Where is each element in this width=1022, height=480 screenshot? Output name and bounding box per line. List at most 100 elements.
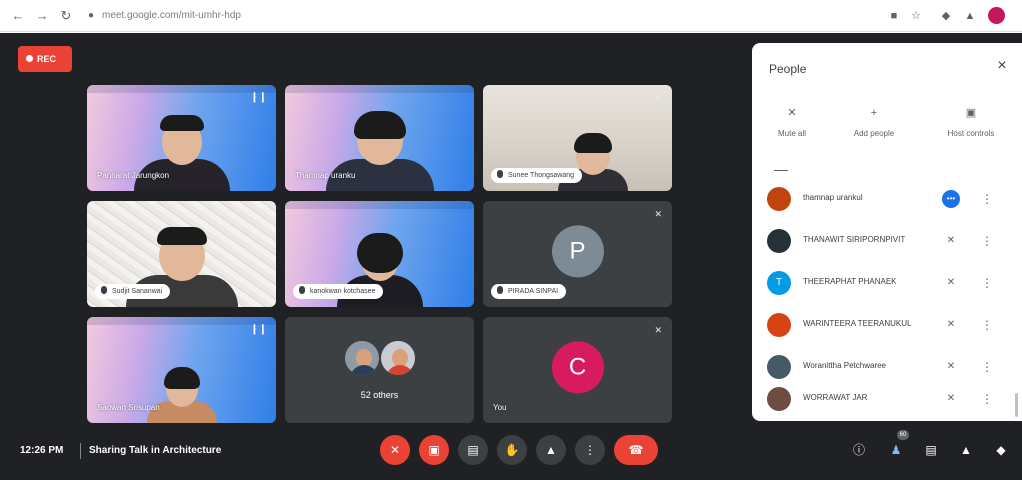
recording-label: REC [37, 54, 57, 64]
tile-name-label: Saowan Srisupan [97, 403, 160, 412]
more-vert-icon[interactable]: ⋮ [980, 390, 994, 408]
back-arrow-icon[interactable]: ← [10, 8, 26, 24]
mic-icon [101, 286, 107, 294]
tile-name-label: Sunee Thongsawang [491, 168, 583, 183]
toggle-icon: ▣ [965, 107, 977, 119]
forward-arrow-icon[interactable]: → [34, 8, 50, 24]
video-tile[interactable]: ❙❙ Pannarat Jarungkon [87, 85, 276, 191]
lock-icon: ● [88, 10, 95, 21]
divider [80, 443, 81, 459]
mic-off-icon: ✕ [787, 107, 797, 119]
url-text: meet.google.com/mit-umhr-hdp [102, 10, 241, 21]
video-tile[interactable]: Sudjit Sananwai [87, 201, 276, 307]
captions-icon: ▤ [467, 443, 479, 457]
participant-avatar: T [767, 271, 791, 295]
panel-divider [774, 170, 788, 171]
speaking-icon: ❙❙ [250, 324, 267, 335]
mic-off-icon: ✕ [654, 93, 662, 103]
people-count-badge: 60 [897, 430, 909, 440]
video-tile[interactable]: Thamnap uranku [285, 85, 474, 191]
recording-indicator: REC [18, 46, 72, 72]
self-tile[interactable]: C ✕ You [483, 317, 672, 423]
camera-off-button[interactable]: ▣ [419, 435, 449, 465]
more-vert-icon[interactable]: ⋮ [980, 274, 994, 292]
participant-name: WORRAWAT JAR [803, 393, 868, 402]
meeting-title: Sharing Talk in Architecture [89, 445, 222, 456]
camera-in-use-icon[interactable]: ■ [886, 8, 902, 24]
mic-off-button[interactable]: ✕ [380, 435, 410, 465]
participant-avatar [767, 313, 791, 337]
more-vert-icon: ⋮ [584, 443, 596, 457]
camera-off-icon: ▣ [428, 443, 440, 457]
host-controls-button[interactable]: ◆ [992, 441, 1010, 459]
meeting-details-button[interactable]: ⓘ [850, 441, 868, 459]
participant-name: thamnap urankul [803, 193, 863, 202]
mic-icon [497, 286, 503, 294]
participant-row[interactable]: thamnap urankul ••• ⋮ [752, 179, 1022, 221]
leave-call-button[interactable]: ☎ [614, 435, 658, 465]
record-dot-icon [26, 55, 33, 62]
people-button[interactable]: ♟ [887, 441, 905, 459]
tile-name-text: kanokwan kotchasee [310, 288, 376, 295]
video-tile[interactable]: ✕ Sunee Thongsawang [483, 85, 672, 191]
talking-icon: ••• [942, 190, 960, 208]
video-tile[interactable]: kanokwan kotchasee [285, 201, 474, 307]
video-tile[interactable]: ❙❙ Saowan Srisupan [87, 317, 276, 423]
host-controls-panel-button[interactable]: ▣ Host controls [933, 105, 1009, 138]
extension-icon[interactable]: ◆ [938, 8, 954, 24]
participant-video [146, 367, 217, 423]
panel-scrollbar[interactable] [1015, 393, 1018, 417]
participant-avatar: P [551, 225, 604, 278]
add-people-button[interactable]: + Add people [836, 105, 912, 138]
panel-title: People [769, 62, 807, 76]
participant-row[interactable]: WARINTEERA TEERANUKUL ✕ ⋮ [752, 305, 1022, 347]
participant-row[interactable]: WORRAWAT JAR ✕ ⋮ [752, 379, 1022, 421]
mic-off-icon: ✕ [389, 443, 401, 457]
close-icon[interactable]: × [994, 58, 1010, 74]
more-vert-icon[interactable]: ⋮ [980, 316, 994, 334]
mic-icon [497, 170, 503, 178]
meeting-stage: REC ❙❙ Pannarat Jarungkon Thamnap uranku… [0, 33, 1022, 480]
participant-avatar [767, 229, 791, 253]
others-tile[interactable]: 52 others [285, 317, 474, 423]
host-controls-label: Host controls [947, 129, 995, 138]
others-avatar [343, 339, 381, 377]
self-avatar: C [551, 341, 604, 394]
meeting-time: 12:26 PM [20, 445, 64, 456]
hand-icon: ✋ [504, 443, 520, 457]
video-tile[interactable]: P ✕ PIRADA SINPAI [483, 201, 672, 307]
captions-button[interactable]: ▤ [458, 435, 488, 465]
more-options-button[interactable]: ⋮ [575, 435, 605, 465]
participant-row[interactable]: THANAWIT SIRIPORNPIVIT ✕ ⋮ [752, 221, 1022, 263]
call-end-icon: ☎ [628, 443, 644, 457]
others-avatar [379, 339, 417, 377]
participant-avatar [767, 187, 791, 211]
tile-name-text: PIRADA SINPAI [508, 288, 559, 295]
bell-icon[interactable]: ▲ [962, 8, 978, 24]
tile-name-label: PIRADA SINPAI [491, 284, 567, 299]
activities-icon: ▲ [960, 443, 972, 457]
mute-all-button[interactable]: ✕ Mute all [754, 105, 830, 138]
participant-row[interactable]: T THEERAPHAT PHANAEK ✕ ⋮ [752, 263, 1022, 305]
raise-hand-button[interactable]: ✋ [497, 435, 527, 465]
people-icon: ♟ [890, 443, 902, 457]
tile-name-label: kanokwan kotchasee [293, 284, 384, 299]
present-button[interactable]: ▲ [536, 435, 566, 465]
tile-name-text: Sudjit Sananwai [112, 288, 163, 295]
reload-icon[interactable]: ↻ [58, 8, 74, 24]
activities-button[interactable]: ▲ [957, 441, 975, 459]
address-bar[interactable]: ● meet.google.com/mit-umhr-hdp [88, 6, 878, 26]
add-people-label: Add people [853, 129, 895, 138]
more-vert-icon[interactable]: ⋮ [980, 358, 994, 376]
profile-avatar[interactable] [988, 7, 1005, 24]
chat-button[interactable]: ▤ [922, 441, 940, 459]
mic-off-icon: ✕ [946, 361, 956, 372]
more-vert-icon[interactable]: ⋮ [980, 232, 994, 250]
others-count-label: 52 others [360, 390, 399, 400]
info-icon: ⓘ [852, 443, 865, 457]
shield-icon: ◆ [996, 443, 1006, 457]
star-icon[interactable]: ☆ [908, 8, 924, 24]
more-vert-icon[interactable]: ⋮ [980, 190, 994, 208]
participant-name: THANAWIT SIRIPORNPIVIT [803, 235, 906, 244]
tile-name-label: You [493, 403, 507, 412]
